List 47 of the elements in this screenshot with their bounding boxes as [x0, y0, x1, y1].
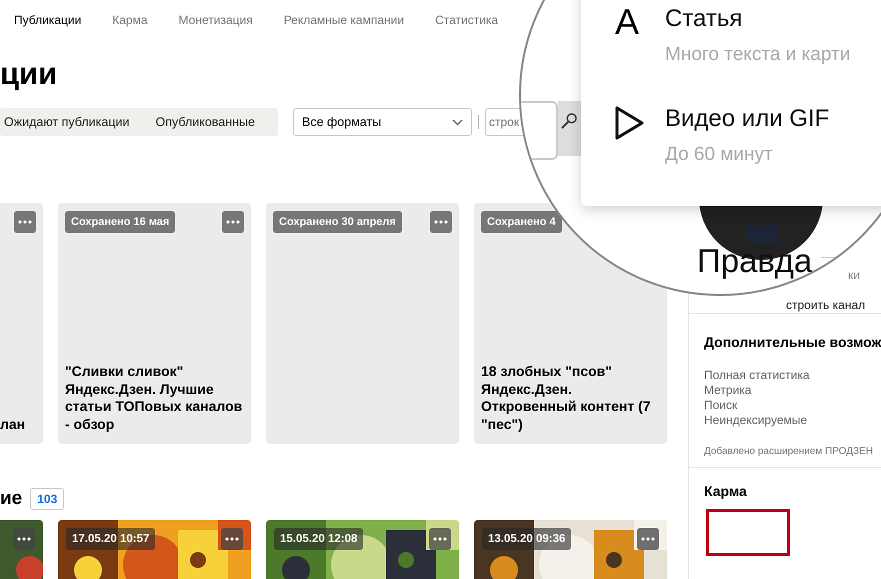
menu-item[interactable]: Статья: [665, 4, 850, 34]
menu-item-description: До 60 минут: [665, 144, 774, 166]
draft-title: лан: [0, 416, 26, 434]
menu-item[interactable]: Видео или GIF: [665, 104, 830, 134]
feature-link[interactable]: Поиск: [704, 398, 881, 413]
more-icon[interactable]: [430, 211, 452, 233]
chevron-down-icon: [452, 118, 463, 126]
more-icon[interactable]: [13, 528, 35, 550]
search-icon: [561, 113, 577, 129]
nav-tab[interactable]: Монетизация: [178, 12, 253, 40]
page-title: ции: [0, 55, 58, 93]
feature-link[interactable]: Метрика: [704, 383, 881, 398]
nav-tab[interactable]: Публикации: [14, 12, 82, 40]
nav-tab[interactable]: Статистика: [435, 12, 498, 40]
draft-title: 18 злобных "псов" Яндекс.Дзен. Откровенный контент (7 "пес"): [480, 363, 652, 434]
section-title: ие: [0, 488, 22, 510]
count-badge: 103: [30, 488, 64, 510]
article-icon: A: [615, 4, 645, 104]
more-icon[interactable]: [637, 528, 659, 550]
status-tab[interactable]: Опубликованные: [155, 115, 255, 129]
more-icon[interactable]: [222, 211, 244, 233]
saved-badge: Сохранено 16 мая: [65, 211, 176, 233]
feature-link[interactable]: Полная статистика: [704, 368, 881, 383]
saved-badge: Сохранено 30 апреля: [273, 211, 402, 233]
play-icon: [615, 106, 645, 140]
build-channel-link[interactable]: строить канал: [786, 298, 866, 312]
draft-card[interactable]: Сохранено 16 мая "Сливки сливок" Яндекс.Дзен. Лучшие статьи ТОПовых каналов - обзор: [58, 203, 251, 444]
menu-item-description: Много текста и карти: [665, 44, 850, 66]
draft-card[interactable]: лан: [0, 203, 43, 444]
search-field[interactable]: строк: [485, 108, 523, 136]
more-icon[interactable]: [221, 528, 243, 550]
date-badge: 17.05.20 10:57: [66, 528, 156, 550]
nav-tab[interactable]: Карма: [112, 12, 148, 40]
caption-fragment: ки: [848, 268, 860, 282]
nav-tab[interactable]: Рекламные кампании: [284, 12, 404, 40]
draft-title: "Сливки сливок" Яндекс.Дзен. Лучшие статьи ТОПовых каналов - обзор: [64, 363, 244, 434]
extension-note: Добавлено расширением ПРОДЗЕН: [704, 446, 874, 457]
date-badge: 15.05.20 12:08: [274, 528, 364, 550]
format-select[interactable]: Все форматы: [293, 108, 472, 136]
draft-card[interactable]: Сохранено 30 апреля: [266, 203, 459, 444]
more-icon[interactable]: [14, 211, 36, 233]
feature-link[interactable]: Неиндексируемые: [704, 413, 881, 428]
status-tab[interactable]: Ожидают публикации: [4, 115, 130, 129]
date-badge: 13.05.20 09:36: [482, 528, 572, 550]
more-icon[interactable]: [429, 528, 451, 550]
saved-badge: Сохранено 4: [481, 211, 562, 233]
section-title: Карма: [704, 483, 748, 499]
